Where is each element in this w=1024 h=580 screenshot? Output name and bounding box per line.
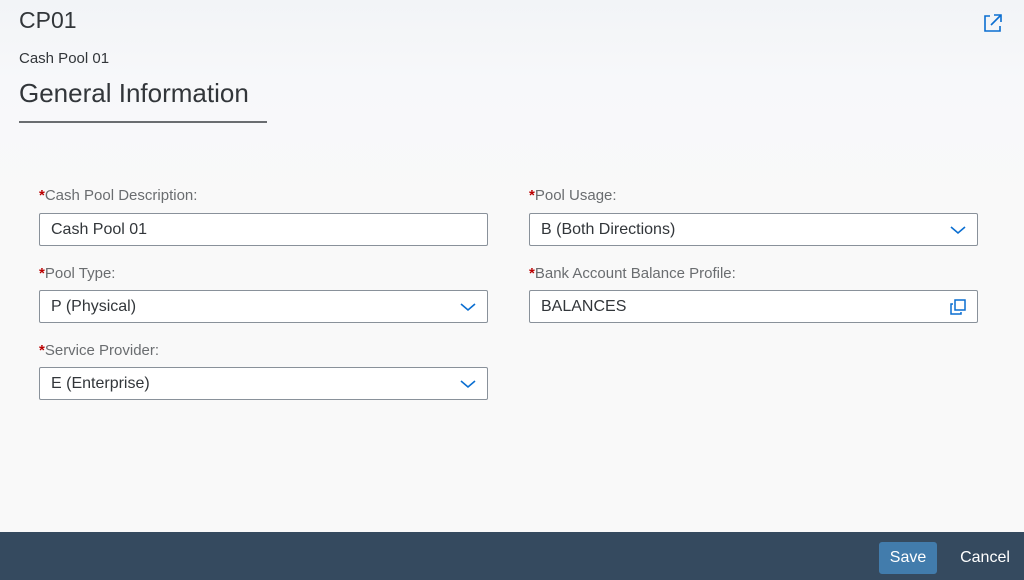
value-help-button[interactable] [947,291,969,322]
service-provider-label-text: Service Provider: [44,342,160,359]
service-provider-dropdown-button[interactable] [457,368,479,399]
pool-usage-value: B (Both Directions) [541,221,676,238]
chevron-down-icon [460,379,476,388]
pool-usage-select[interactable]: B (Both Directions) [529,213,978,246]
pool-usage-label-text: Pool Usage: [534,187,617,204]
service-provider-value: E (Enterprise) [51,375,150,392]
service-provider-select[interactable]: E (Enterprise) [39,367,488,400]
service-provider-label: *Service Provider: [39,341,159,361]
bank-account-balance-profile-label-text: Bank Account Balance Profile: [534,265,736,282]
pool-type-dropdown-button[interactable] [457,291,479,322]
page: CP01 Cash Pool 01 General Information *C… [0,0,1024,532]
pool-type-label: *Pool Type: [39,264,115,284]
cash-pool-description-input[interactable]: Cash Pool 01 [39,213,488,246]
page-subtitle: Cash Pool 01 [19,50,110,67]
object-header: CP01 Cash Pool 01 General Information [0,0,1024,140]
cash-pool-description-value: Cash Pool 01 [51,221,148,238]
value-help-icon [950,298,966,315]
pool-usage-label: *Pool Usage: [529,186,617,206]
save-button[interactable]: Save [879,542,937,574]
chevron-down-icon [460,302,476,311]
pool-type-label-text: Pool Type: [44,265,116,282]
pool-type-select[interactable]: P (Physical) [39,290,488,323]
page-title: CP01 [19,7,77,33]
bank-account-balance-profile-value: BALANCES [541,298,627,315]
cash-pool-description-label: *Cash Pool Description: [39,186,197,206]
section-underline [19,121,267,123]
chevron-down-icon [950,225,966,234]
pool-type-value: P (Physical) [51,298,137,315]
share-icon [984,14,1002,32]
cancel-button[interactable]: Cancel [950,542,1020,574]
pool-usage-dropdown-button[interactable] [947,214,969,245]
section-title: General Information [19,78,249,108]
footer-toolbar: Save Cancel [0,532,1024,580]
bank-account-balance-profile-input[interactable]: BALANCES [529,290,978,323]
bank-account-balance-profile-label: *Bank Account Balance Profile: [529,264,736,284]
share-button[interactable] [980,10,1006,36]
cash-pool-description-label-text: Cash Pool Description: [44,187,198,204]
